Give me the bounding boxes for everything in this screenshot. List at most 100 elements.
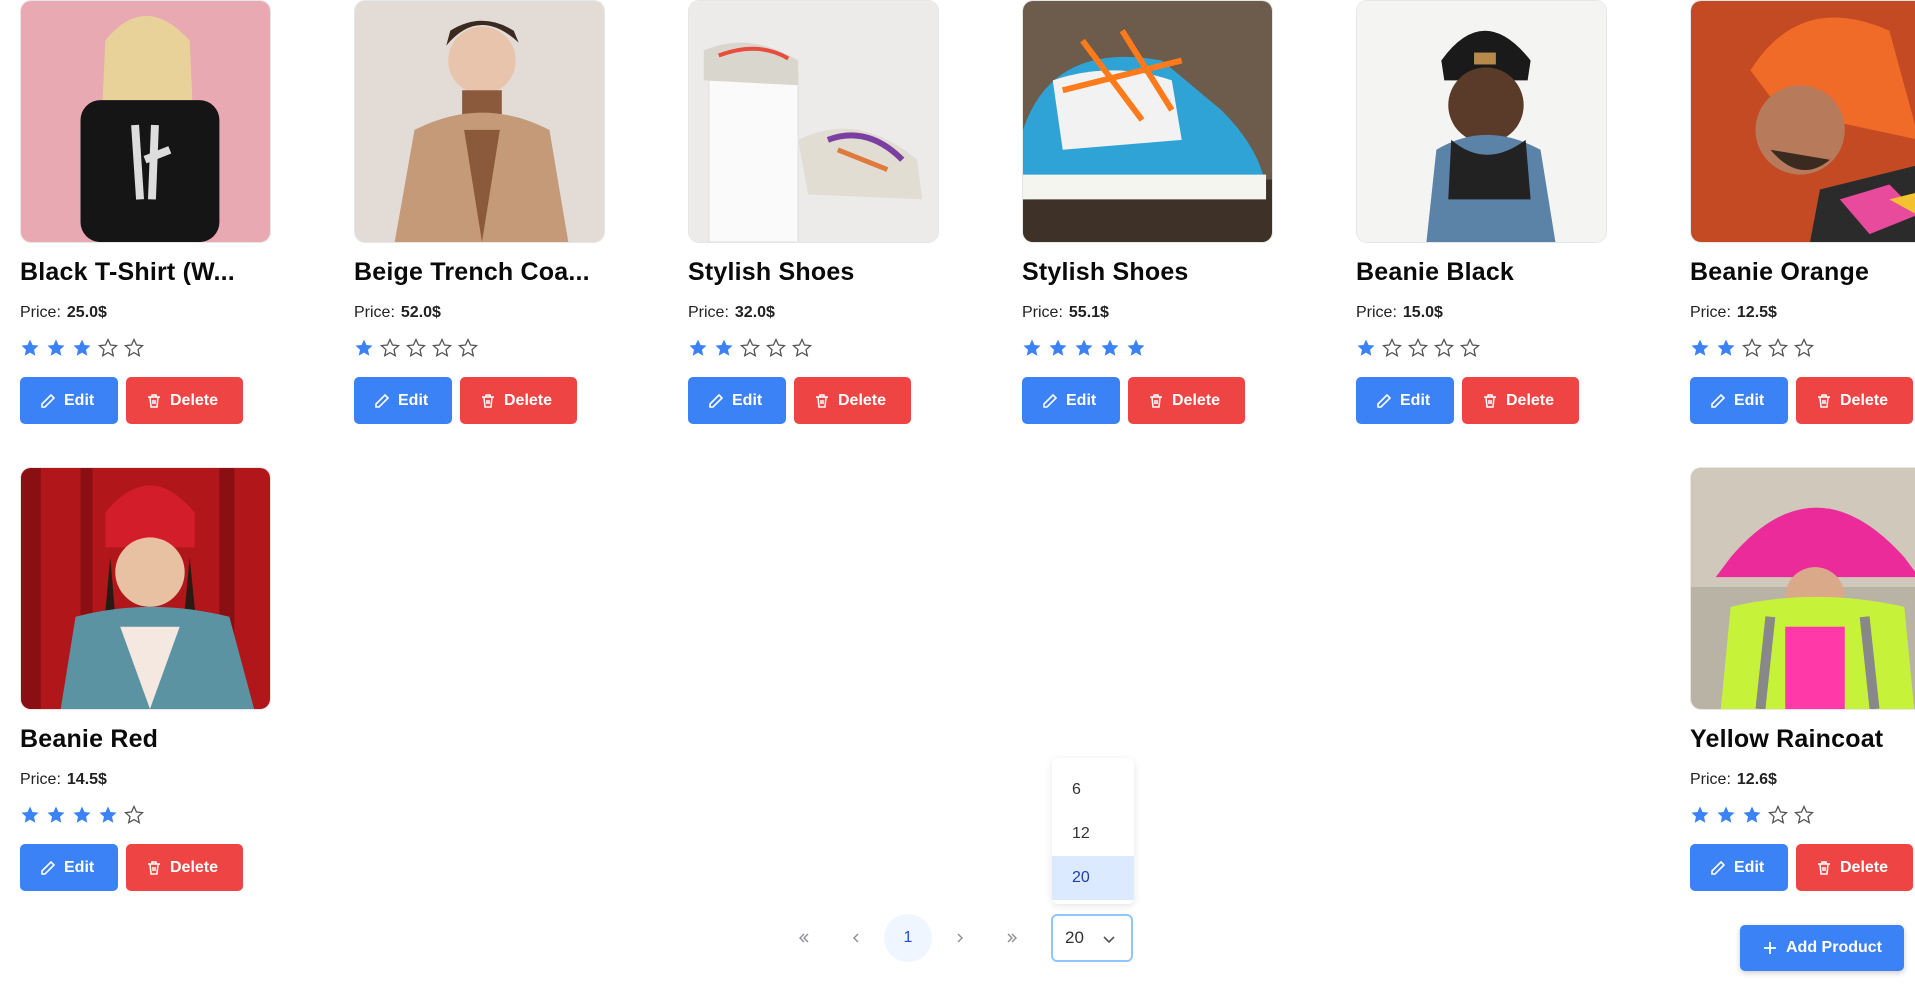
edit-button[interactable]: Edit <box>20 844 118 891</box>
price-label: Price: <box>1690 304 1731 321</box>
product-price: Price: 25.0$ <box>20 304 107 322</box>
page-size-select[interactable]: 20 <box>1051 914 1133 962</box>
edit-button[interactable]: Edit <box>688 377 786 424</box>
delete-button[interactable]: Delete <box>1796 377 1913 424</box>
star-filled-icon[interactable] <box>1356 338 1376 358</box>
edit-label: Edit <box>1400 391 1431 409</box>
star-filled-icon[interactable] <box>1716 338 1736 358</box>
rating-stars <box>688 338 812 358</box>
trash-icon <box>1818 860 1830 875</box>
star-filled-icon[interactable] <box>98 805 118 825</box>
star-filled-icon[interactable] <box>1690 805 1710 825</box>
star-empty-icon[interactable] <box>1460 338 1480 358</box>
star-filled-icon[interactable] <box>1048 338 1068 358</box>
product-card: Beanie Red Price: 14.5$ Edit Delete <box>20 467 271 891</box>
delete-button[interactable]: Delete <box>126 844 243 891</box>
trash-icon <box>148 860 160 875</box>
rating-stars <box>20 805 144 825</box>
star-filled-icon[interactable] <box>1022 338 1042 358</box>
star-empty-icon[interactable] <box>380 338 400 358</box>
price-value: 14.5$ <box>66 771 107 788</box>
product-image <box>354 0 605 243</box>
product-card: Beige Trench Coa... Price: 52.0$ Edit Del… <box>354 0 605 424</box>
star-filled-icon[interactable] <box>20 805 40 825</box>
star-empty-icon[interactable] <box>1408 338 1428 358</box>
pencil-icon <box>1711 393 1726 408</box>
star-empty-icon[interactable] <box>1794 338 1814 358</box>
previous-page-button[interactable] <box>832 914 880 962</box>
star-filled-icon[interactable] <box>1690 338 1710 358</box>
price-value: 25.0$ <box>66 304 107 321</box>
star-filled-icon[interactable] <box>1742 805 1762 825</box>
product-card: Beanie Black Price: 15.0$ Edit Delete <box>1356 0 1607 424</box>
delete-button[interactable]: Delete <box>794 377 911 424</box>
star-empty-icon[interactable] <box>124 805 144 825</box>
delete-label: Delete <box>170 858 219 876</box>
last-page-button[interactable] <box>988 914 1036 962</box>
rating-stars <box>354 338 478 358</box>
delete-button[interactable]: Delete <box>1796 844 1913 891</box>
star-filled-icon[interactable] <box>46 338 66 358</box>
star-empty-icon[interactable] <box>124 338 144 358</box>
star-filled-icon[interactable] <box>1126 338 1146 358</box>
page-button-current[interactable]: 1 <box>884 914 932 962</box>
star-empty-icon[interactable] <box>792 338 812 358</box>
price-value: 12.6$ <box>1736 771 1777 788</box>
star-filled-icon[interactable] <box>1100 338 1120 358</box>
chevron-right-icon <box>957 933 963 943</box>
product-price: Price: 14.5$ <box>20 771 107 789</box>
edit-button[interactable]: Edit <box>1690 844 1788 891</box>
star-filled-icon[interactable] <box>688 338 708 358</box>
star-filled-icon[interactable] <box>72 338 92 358</box>
star-empty-icon[interactable] <box>1382 338 1402 358</box>
edit-button[interactable]: Edit <box>1022 377 1120 424</box>
star-filled-icon[interactable] <box>1074 338 1094 358</box>
star-filled-icon[interactable] <box>20 338 40 358</box>
pencil-icon <box>1377 393 1392 408</box>
product-card: Beanie Orange Price: 12.5$ Edit Delete <box>1690 0 1915 424</box>
star-empty-icon[interactable] <box>432 338 452 358</box>
delete-button[interactable]: Delete <box>1462 377 1579 424</box>
chevron-left-icon <box>853 933 859 943</box>
star-empty-icon[interactable] <box>1434 338 1454 358</box>
page-size-option[interactable]: 6 <box>1052 768 1134 812</box>
star-empty-icon[interactable] <box>766 338 786 358</box>
product-title: Beanie Orange <box>1690 258 1870 286</box>
page-size-option-selected[interactable]: 20 <box>1052 856 1134 900</box>
plus-icon <box>1764 942 1776 954</box>
star-empty-icon[interactable] <box>1742 338 1762 358</box>
delete-label: Delete <box>1172 391 1221 409</box>
star-empty-icon[interactable] <box>406 338 426 358</box>
delete-button[interactable]: Delete <box>1128 377 1245 424</box>
product-price: Price: 12.5$ <box>1690 304 1777 322</box>
star-filled-icon[interactable] <box>72 805 92 825</box>
star-empty-icon[interactable] <box>1794 805 1814 825</box>
star-filled-icon[interactable] <box>714 338 734 358</box>
page-size-value: 20 <box>1065 928 1084 947</box>
star-filled-icon[interactable] <box>1716 805 1736 825</box>
star-empty-icon[interactable] <box>98 338 118 358</box>
star-filled-icon[interactable] <box>46 805 66 825</box>
first-page-button[interactable] <box>780 914 828 962</box>
edit-button[interactable]: Edit <box>20 377 118 424</box>
chevron-down-icon <box>1103 936 1115 944</box>
page-size-option[interactable]: 12 <box>1052 812 1134 856</box>
add-product-label: Add Product <box>1786 939 1882 956</box>
price-value: 55.1$ <box>1068 304 1109 321</box>
star-empty-icon[interactable] <box>1768 805 1788 825</box>
product-price: Price: 15.0$ <box>1356 304 1443 322</box>
next-page-button[interactable] <box>936 914 984 962</box>
delete-button[interactable]: Delete <box>460 377 577 424</box>
star-empty-icon[interactable] <box>458 338 478 358</box>
rating-stars <box>1690 338 1814 358</box>
edit-button[interactable]: Edit <box>354 377 452 424</box>
edit-label: Edit <box>64 858 95 876</box>
edit-button[interactable]: Edit <box>1690 377 1788 424</box>
star-filled-icon[interactable] <box>354 338 374 358</box>
star-empty-icon[interactable] <box>740 338 760 358</box>
rating-stars <box>1690 805 1814 825</box>
add-product-button[interactable]: Add Product <box>1740 925 1904 971</box>
edit-button[interactable]: Edit <box>1356 377 1454 424</box>
star-empty-icon[interactable] <box>1768 338 1788 358</box>
delete-button[interactable]: Delete <box>126 377 243 424</box>
